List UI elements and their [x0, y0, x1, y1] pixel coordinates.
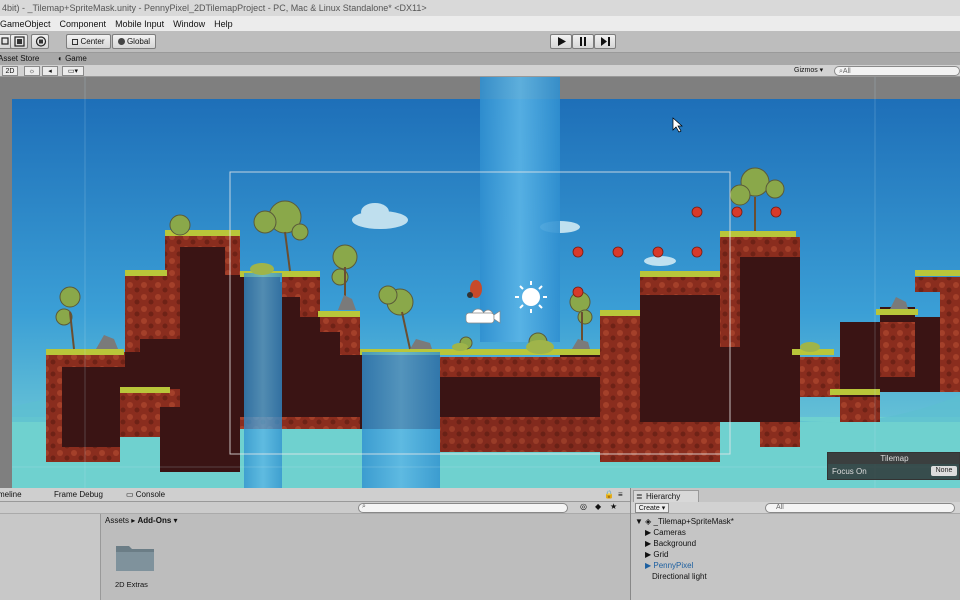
search-icon: ⌕ — [362, 503, 366, 510]
focus-on-label: Focus On — [832, 467, 867, 476]
scene-search-input[interactable]: ⌕All — [834, 66, 960, 76]
step-button[interactable] — [594, 34, 616, 49]
breadcrumb: Assets ▸ Add-Ons ▾ — [105, 516, 178, 525]
mode-2d-button[interactable]: 2D — [2, 66, 18, 76]
expand-arrow-icon: ▼ — [635, 517, 646, 526]
lock-icon[interactable]: 🔒 — [604, 488, 614, 502]
folder-icon[interactable] — [115, 542, 155, 572]
folder-label[interactable]: 2D Extras — [115, 580, 148, 589]
hierarchy-item-grid[interactable]: ▶ Grid — [645, 549, 669, 560]
sun-icon: ☼ — [28, 68, 36, 75]
create-dropdown[interactable]: Create ▾ — [635, 503, 669, 513]
bottom-tabs: meline Frame Debug ▭ Console 🔒 ≡ — [0, 488, 630, 502]
console-icon: ▭ — [126, 490, 136, 499]
breadcrumb-add-ons[interactable]: Add-Ons — [138, 516, 172, 525]
tab-frame-debug[interactable]: Frame Debug — [54, 488, 103, 502]
rect-tool-button[interactable] — [10, 34, 28, 49]
unity-scene-icon: ◈ — [645, 517, 654, 526]
hierarchy-panel: ≣ Hierarchy Create ▾ All ▼ ◈ _Tilemap+Sp… — [630, 488, 960, 600]
project-toolbar: ⌕ ◎ ◆ ★ — [0, 502, 630, 514]
tab-timeline[interactable]: meline — [0, 488, 22, 502]
tab-console[interactable]: ▭ Console — [126, 488, 165, 502]
hierarchy-item-background[interactable]: ▶ Background — [645, 538, 696, 549]
pause-button[interactable] — [572, 34, 594, 49]
scene-toolbar: 2D ☼ ◂ ▭▾ Gizmos ▾ ⌕All — [0, 65, 960, 77]
menu-icon[interactable]: ≡ — [618, 488, 623, 502]
project-assets: Assets ▸ Add-Ons ▾ 2D Extras — [101, 514, 630, 600]
breadcrumb-separator: ▸ — [131, 516, 136, 525]
pivot-label: Center — [80, 37, 105, 46]
space-label: Global — [126, 37, 151, 46]
hierarchy-search-input[interactable]: All — [765, 503, 955, 513]
focus-on-dropdown[interactable]: None — [931, 466, 957, 476]
play-icon — [558, 37, 566, 46]
breadcrumb-assets[interactable]: Assets — [105, 516, 129, 525]
tab-hierarchy[interactable]: ≣ Hierarchy — [633, 490, 699, 502]
pivot-icon — [72, 39, 79, 45]
project-tree[interactable] — [0, 514, 101, 600]
menu-bar: GameObject Component Mobile Input Window… — [0, 16, 960, 31]
hierarchy-icon: ≣ — [636, 492, 643, 501]
menu-gameobject[interactable]: GameObject — [0, 19, 56, 29]
tab-game[interactable]: ◐ Game — [58, 53, 87, 65]
pause-icon — [580, 37, 586, 46]
tilemap-title: Tilemap — [828, 453, 960, 464]
main-toolbar: Center Global — [0, 31, 960, 53]
window-title: 4bit) - _Tilemap+SpriteMask.unity - Penn… — [0, 0, 960, 16]
menu-help[interactable]: Help — [214, 19, 238, 29]
chevron-down-icon: ▾ — [659, 505, 666, 512]
hierarchy-toolbar: Create ▾ All — [631, 502, 960, 514]
menu-window[interactable]: Window — [173, 19, 210, 29]
filter-type-icon[interactable]: ◎ — [580, 502, 587, 511]
hierarchy-item-cameras[interactable]: ▶ Cameras — [645, 527, 686, 538]
tilemap-panel: Tilemap Focus On None — [827, 452, 960, 480]
rect-tool-icon — [14, 36, 25, 47]
favorite-icon[interactable]: ★ — [610, 502, 617, 511]
image-icon: ▭▾ — [67, 68, 79, 75]
view-tabs: Asset Store ◐ Game — [0, 53, 960, 65]
scene-label: _Tilemap+SpriteMask* — [653, 517, 734, 526]
space-toggle-button[interactable]: Global — [112, 34, 156, 49]
transform-tool-icon — [35, 36, 47, 47]
game-icon: ◐ — [58, 54, 66, 63]
pivot-toggle-button[interactable]: Center — [66, 34, 111, 49]
scene-canvas — [0, 77, 960, 488]
scene-view[interactable] — [0, 77, 960, 488]
globe-icon — [117, 38, 125, 45]
play-button[interactable] — [550, 34, 572, 49]
tab-asset-store[interactable]: Asset Store — [0, 53, 39, 65]
lighting-toggle-button[interactable]: ☼ — [24, 66, 40, 76]
hierarchy-item-directional-light[interactable]: Directional light — [652, 571, 707, 582]
hierarchy-item-pennypixel[interactable]: ▶ PennyPixel — [645, 560, 693, 571]
menu-component[interactable]: Component — [60, 19, 112, 29]
transform-tool-button[interactable] — [31, 34, 49, 49]
speaker-icon: ◂ — [48, 68, 52, 75]
menu-mobile-input[interactable]: Mobile Input — [115, 19, 169, 29]
gizmos-dropdown[interactable]: Gizmos ▾ — [794, 66, 832, 76]
chevron-down-icon: ▾ — [173, 516, 178, 525]
effects-dropdown[interactable]: ▭▾ — [62, 66, 84, 76]
chevron-down-icon: ▾ — [817, 67, 824, 74]
audio-toggle-button[interactable]: ◂ — [42, 66, 58, 76]
step-icon — [601, 37, 610, 46]
project-search-input[interactable]: ⌕ — [358, 503, 568, 513]
filter-label-icon[interactable]: ◆ — [595, 502, 601, 511]
hierarchy-scene-row[interactable]: ▼ ◈ _Tilemap+SpriteMask* — [635, 516, 734, 527]
